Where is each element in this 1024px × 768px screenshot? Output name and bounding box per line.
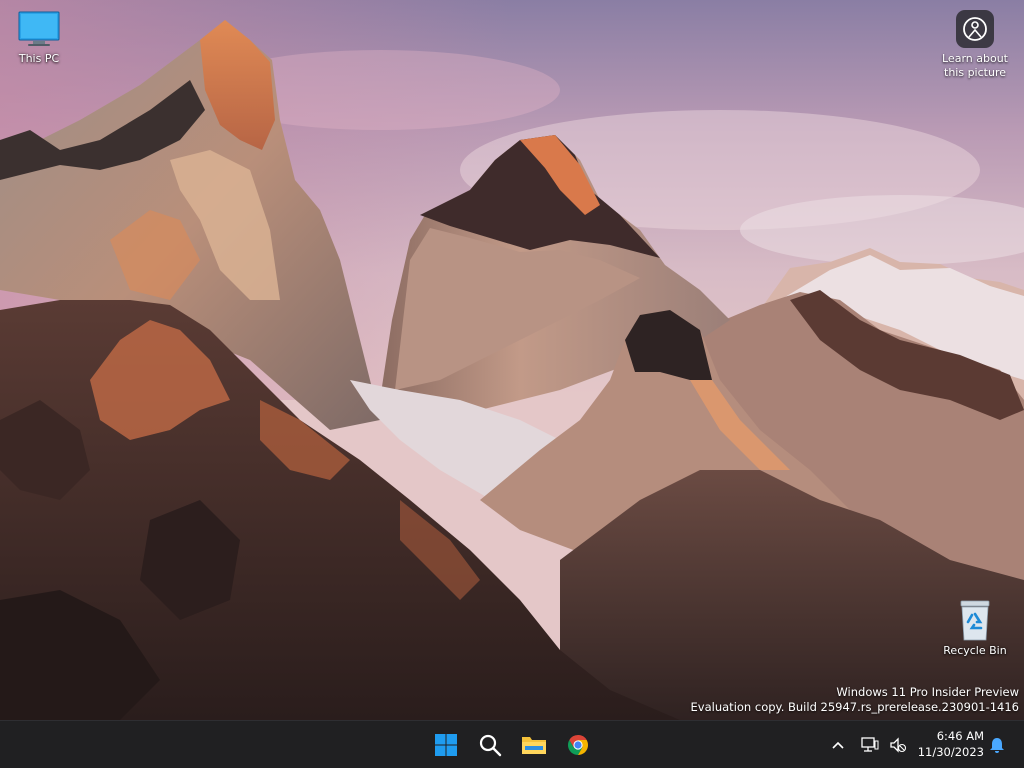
learn-about-line1: Learn about — [942, 52, 1008, 65]
learn-about-line2: this picture — [944, 66, 1006, 79]
recycle-bin-icon — [960, 600, 990, 641]
quick-settings-button[interactable] — [856, 731, 912, 759]
build-watermark: Windows 11 Pro Insider Preview Evaluatio… — [691, 685, 1019, 715]
windows-logo-icon — [435, 734, 457, 756]
notification-center-button[interactable] — [986, 733, 1008, 757]
show-hidden-icons-button[interactable] — [826, 731, 850, 759]
bell-icon — [990, 738, 1004, 753]
clock-date: 11/30/2023 — [917, 745, 984, 759]
desktop[interactable]: This PC Recycle Bin Learn about this pic… — [0, 0, 1024, 720]
learn-about-picture[interactable]: Learn about this picture — [930, 10, 1020, 80]
start-button[interactable] — [426, 725, 466, 765]
clock[interactable]: 6:46 AM 11/30/2023 — [912, 728, 984, 760]
network-icon — [861, 737, 879, 752]
monitor-icon — [18, 11, 60, 46]
camera-spotlight-icon — [956, 10, 994, 48]
search-icon — [479, 734, 502, 757]
folder-icon — [522, 737, 546, 754]
search-button[interactable] — [470, 725, 510, 765]
clock-time: 6:46 AM — [936, 729, 984, 743]
chrome-button[interactable] — [558, 725, 598, 765]
desktop-icon-this-pc[interactable]: This PC — [1, 10, 77, 66]
watermark-build: Evaluation copy. Build 25947.rs_prerelea… — [690, 700, 1019, 714]
chrome-icon — [568, 735, 588, 755]
desktop-icon-recycle-bin[interactable]: Recycle Bin — [937, 598, 1013, 658]
watermark-edition: Windows 11 Pro Insider Preview — [836, 685, 1019, 699]
desktop-icon-label: This PC — [18, 52, 60, 65]
wallpaper-mountains — [0, 0, 1024, 720]
taskbar: 6:46 AM 11/30/2023 — [0, 720, 1024, 768]
file-explorer-button[interactable] — [514, 725, 554, 765]
desktop-icon-label: Recycle Bin — [943, 644, 1007, 657]
chevron-up-icon — [832, 741, 844, 749]
volume-muted-icon — [890, 737, 907, 753]
